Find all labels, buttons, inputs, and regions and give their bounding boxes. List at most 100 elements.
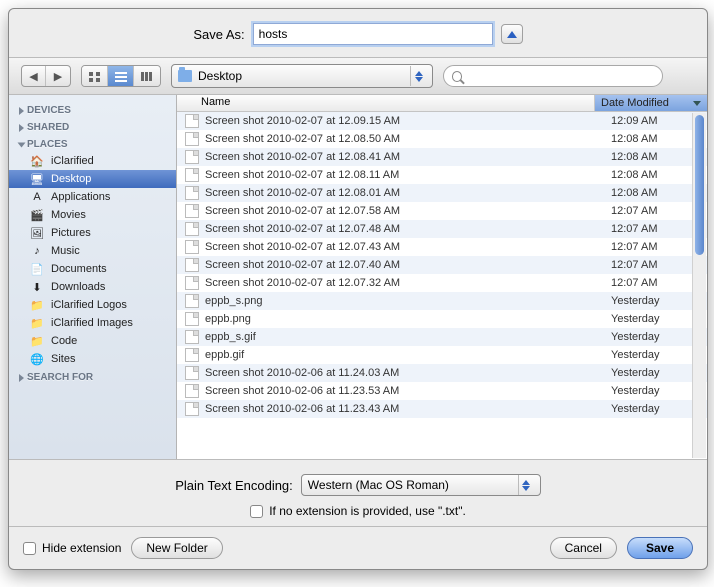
file-row[interactable]: eppb.gifYesterday [177,346,707,364]
hide-extension-label: Hide extension [42,541,121,555]
music-icon: ♪ [29,244,45,258]
sidebar-item-downloads[interactable]: ⬇ Downloads [9,278,176,296]
encoding-label: Plain Text Encoding: [175,478,293,493]
list-view-button[interactable] [108,66,134,86]
file-row[interactable]: eppb_s.gifYesterday [177,328,707,346]
sidebar-item-code[interactable]: 📁 Code [9,332,176,350]
file-row[interactable]: Screen shot 2010-02-07 at 12.09.15 AM12:… [177,112,707,130]
sidebar-item-iclarified-logos[interactable]: 📁iClarified Logos [9,296,176,314]
scrollbar[interactable] [692,113,706,458]
document-icon [185,168,199,182]
sidebar-section-search for[interactable]: SEARCH FOR [9,368,176,385]
sidebar-item-label: iClarified Images [51,317,133,329]
popup-stepper-icon [518,475,534,495]
file-row[interactable]: Screen shot 2010-02-06 at 11.24.03 AMYes… [177,364,707,382]
sidebar-section-places[interactable]: PLACES [9,135,176,152]
file-row[interactable]: Screen shot 2010-02-07 at 12.07.40 AM12:… [177,256,707,274]
sidebar-item-pictures[interactable]: 🖼Pictures [9,224,176,242]
file-row[interactable]: Screen shot 2010-02-07 at 12.07.48 AM12:… [177,220,707,238]
sidebar-item-iclarified-images[interactable]: 📁 iClarified Images [9,314,176,332]
search-input[interactable] [466,70,654,82]
file-row[interactable]: Screen shot 2010-02-06 at 11.23.53 AMYes… [177,382,707,400]
triangle-up-icon [507,31,517,38]
column-name[interactable]: Name [177,95,595,111]
sidebar-item-label: Downloads [51,281,105,293]
sidebar-section-devices[interactable]: DEVICES [9,101,176,118]
file-row[interactable]: Screen shot 2010-02-06 at 11.23.43 AMYes… [177,400,707,418]
document-icon [185,258,199,272]
desktop-icon: 🖥 [29,172,45,186]
sidebar-item-applications[interactable]: AApplications [9,188,176,206]
save-button[interactable]: Save [627,537,693,559]
file-pane: Name Date Modified Screen shot 2010-02-0… [177,95,707,459]
file-row[interactable]: Screen shot 2010-02-07 at 12.08.41 AM12:… [177,148,707,166]
file-row[interactable]: Screen shot 2010-02-07 at 12.07.32 AM12:… [177,274,707,292]
nav-back-forward: ◀ ▶ [21,65,71,87]
icon-view-button[interactable] [82,66,108,86]
search-icon [452,71,462,82]
file-row[interactable]: Screen shot 2010-02-07 at 12.08.50 AM12:… [177,130,707,148]
sidebar-item-movies[interactable]: 🎬Movies [9,206,176,224]
file-name: Screen shot 2010-02-07 at 12.07.40 AM [205,259,611,271]
file-name: Screen shot 2010-02-07 at 12.08.01 AM [205,187,611,199]
use-txt-extension-checkbox[interactable]: If no extension is provided, use ".txt". [250,504,466,518]
file-name: Screen shot 2010-02-07 at 12.09.15 AM [205,115,611,127]
documents-icon: 📄 [29,262,45,276]
folder-icon: 📁 [29,334,45,348]
save-as-row: Save As: [9,9,707,57]
file-row[interactable]: Screen shot 2010-02-07 at 12.07.58 AM12:… [177,202,707,220]
new-folder-button[interactable]: New Folder [131,537,222,559]
location-popup[interactable]: Desktop [171,64,433,88]
encoding-popup[interactable]: Western (Mac OS Roman) [301,474,541,496]
scrollbar-thumb[interactable] [695,115,704,255]
view-mode-segment [81,65,161,87]
search-field[interactable] [443,65,663,87]
sidebar-item-sites[interactable]: 🌐Sites [9,350,176,368]
save-as-input[interactable] [253,23,493,45]
use-txt-extension-label: If no extension is provided, use ".txt". [269,504,466,518]
file-name: Screen shot 2010-02-07 at 12.07.58 AM [205,205,611,217]
document-icon [185,222,199,236]
column-date-modified[interactable]: Date Modified [595,95,707,111]
sidebar: DEVICESSHAREDPLACES🏠iClarified 🖥 Desktop AA… [9,95,177,459]
sidebar-item-documents[interactable]: 📄 Documents [9,260,176,278]
file-name: Screen shot 2010-02-07 at 12.08.11 AM [205,169,611,181]
sidebar-item-desktop[interactable]: 🖥 Desktop [9,170,176,188]
sidebar-item-label: Music [51,245,80,257]
disclosure-triangle-icon [19,374,24,382]
forward-button[interactable]: ▶ [46,66,70,86]
columns-icon [140,71,154,82]
document-icon [185,276,199,290]
folder-icon: 📁 [29,316,45,330]
sidebar-item-iclarified[interactable]: 🏠iClarified [9,152,176,170]
sidebar-item-label: Code [51,335,77,347]
column-view-button[interactable] [134,66,160,86]
back-button[interactable]: ◀ [22,66,46,86]
file-row[interactable]: eppb.pngYesterday [177,310,707,328]
save-as-label: Save As: [193,27,244,42]
hide-extension-checkbox[interactable]: Hide extension [23,541,121,555]
list-icon [114,71,128,82]
document-icon [185,204,199,218]
sites-icon: 🌐 [29,352,45,366]
document-icon [185,186,199,200]
file-row[interactable]: Screen shot 2010-02-07 at 12.08.01 AM12:… [177,184,707,202]
file-name: Screen shot 2010-02-06 at 11.23.53 AM [205,385,611,397]
document-icon [185,384,199,398]
document-icon [185,294,199,308]
file-row[interactable]: Screen shot 2010-02-07 at 12.08.11 AM12:… [177,166,707,184]
checkbox-icon [23,542,36,555]
sidebar-section-shared[interactable]: SHARED [9,118,176,135]
file-row[interactable]: eppb_s.pngYesterday [177,292,707,310]
sidebar-item-music[interactable]: ♪ Music [9,242,176,260]
sidebar-item-label: Documents [51,263,107,275]
disclosure-triangle-icon [19,124,24,132]
file-browser: DEVICESSHAREDPLACES🏠iClarified 🖥 Desktop AA… [9,95,707,460]
file-row[interactable]: Screen shot 2010-02-07 at 12.07.43 AM12:… [177,238,707,256]
location-label: Desktop [198,69,404,83]
downloads-icon: ⬇ [29,280,45,294]
file-list[interactable]: Screen shot 2010-02-07 at 12.09.15 AM12:… [177,112,707,459]
cancel-button[interactable]: Cancel [550,537,617,559]
collapse-panel-button[interactable] [501,24,523,44]
sidebar-item-label: Desktop [51,173,91,185]
